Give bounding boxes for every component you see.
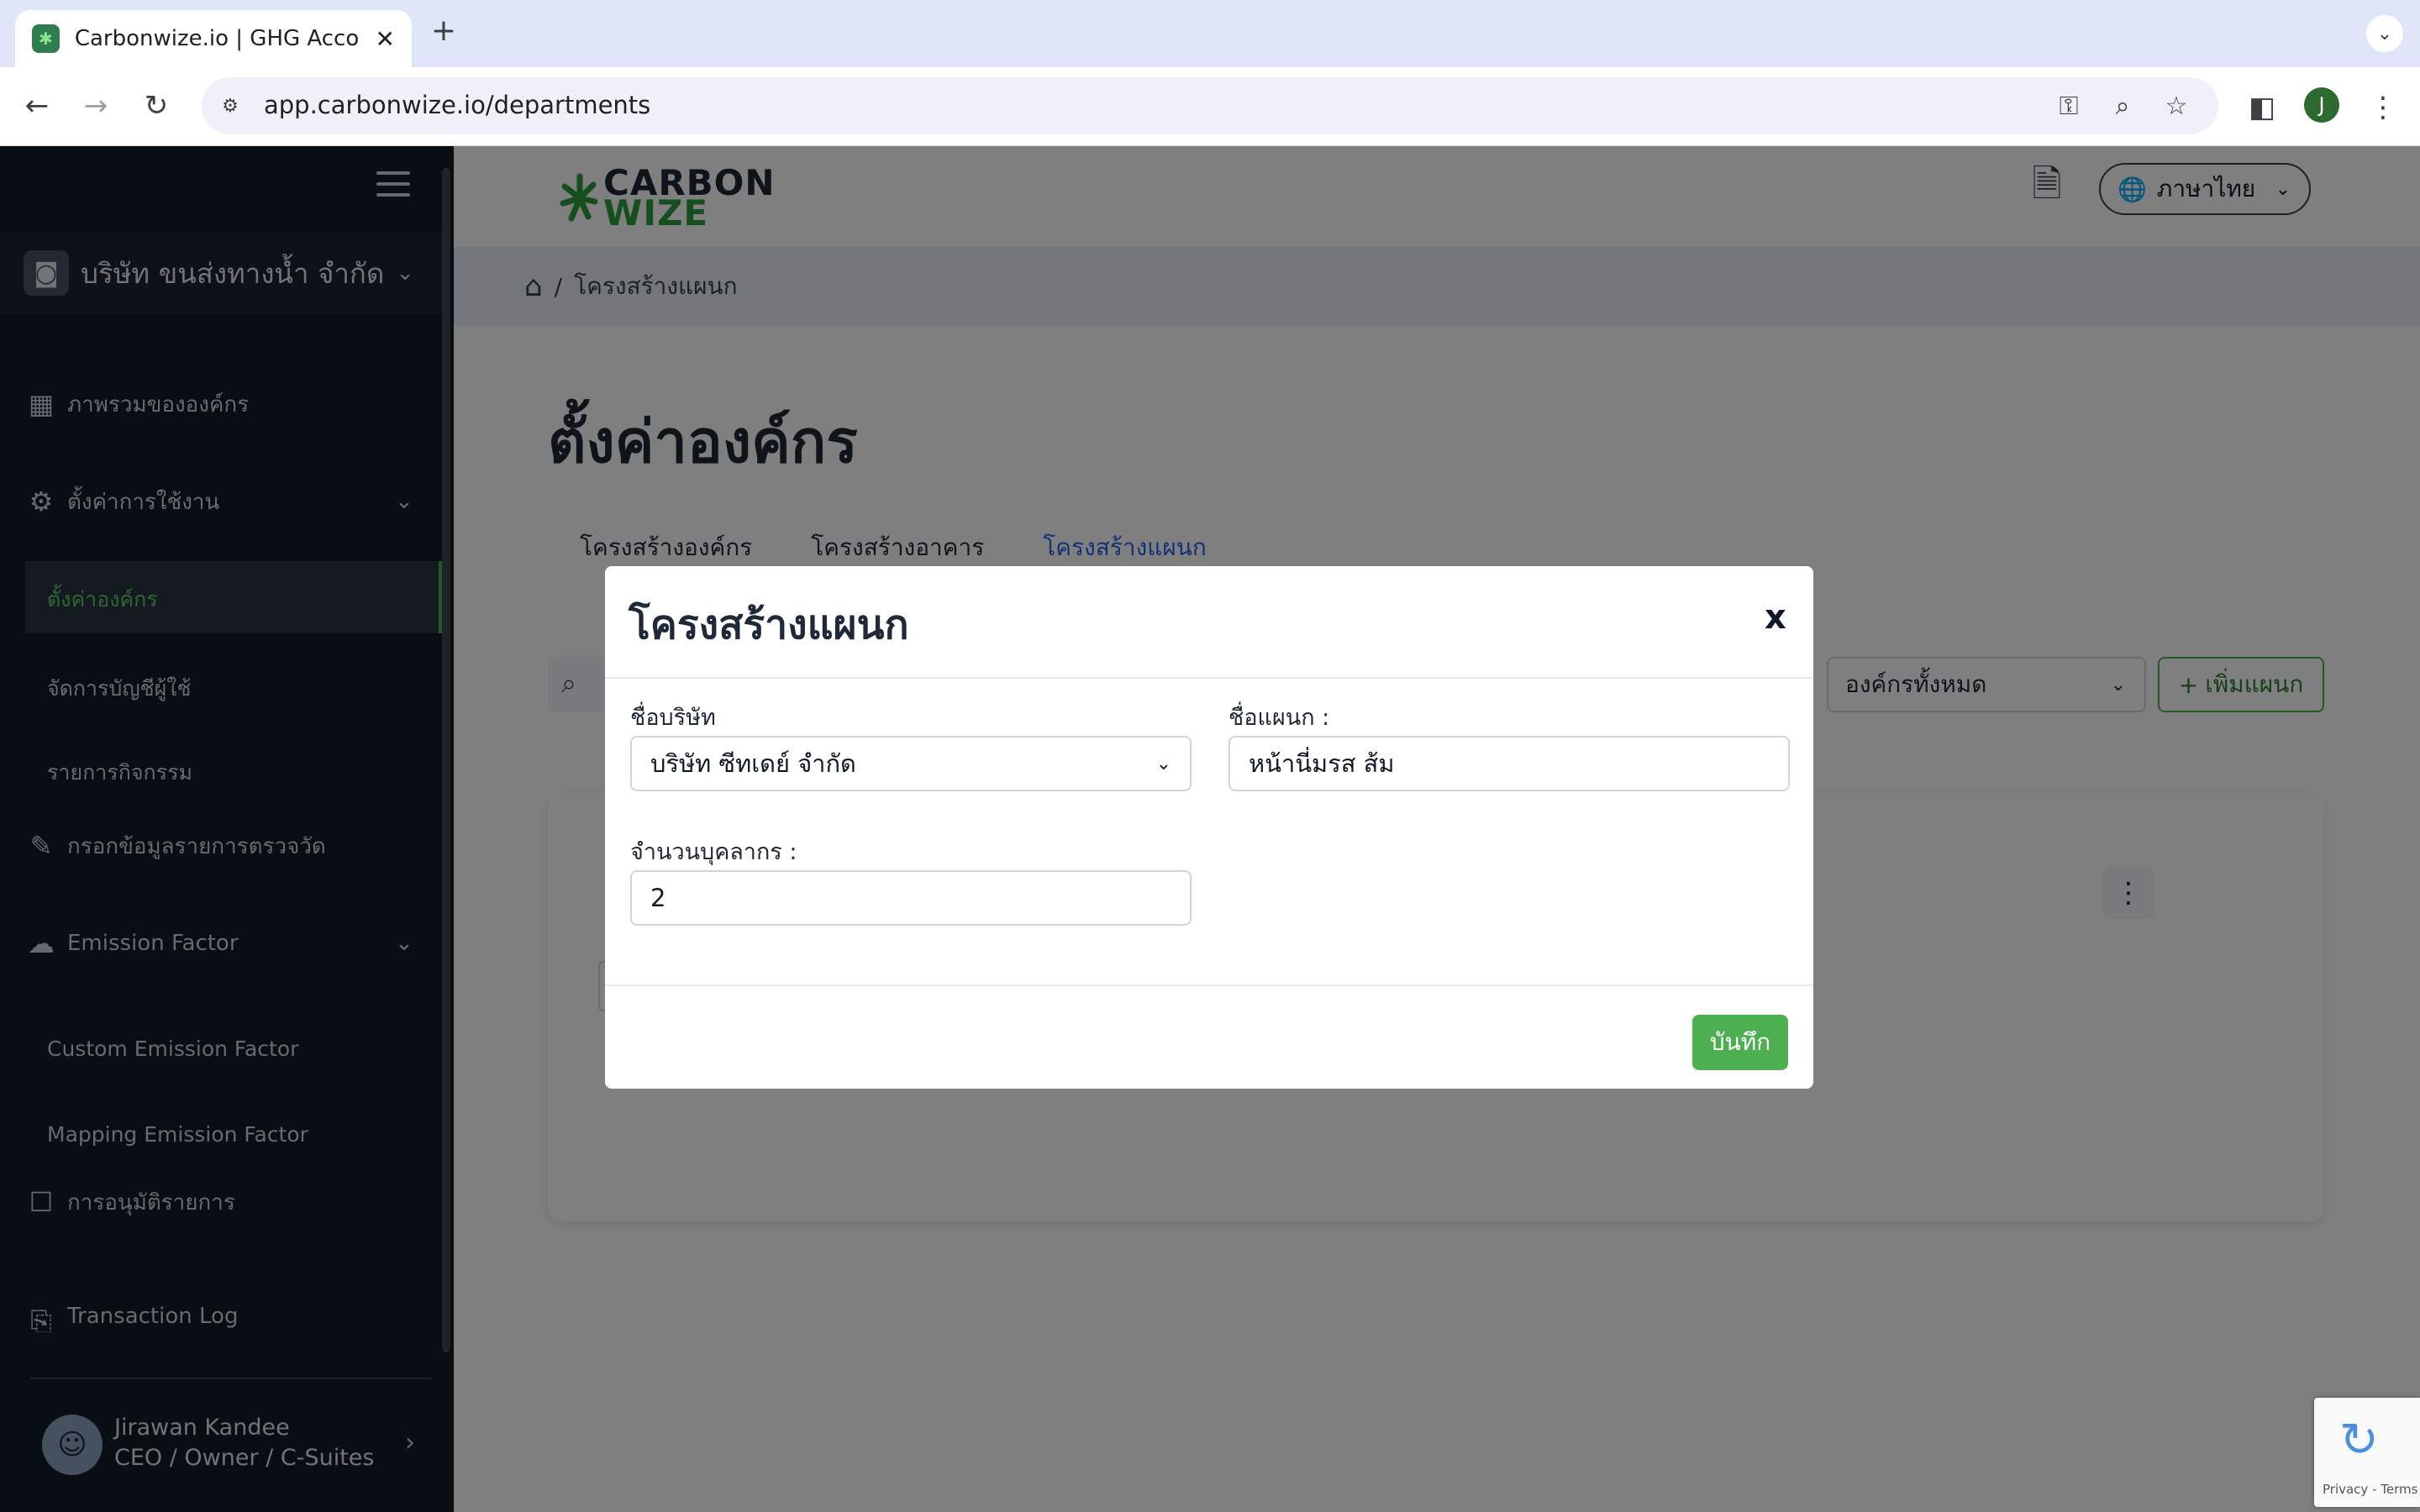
department-modal: โครงสร้างแผนก x ชื่อบริษัท บริษัท ซีทเดย… — [605, 566, 1813, 1089]
recaptcha-text: Privacy - Terms — [2323, 1482, 2418, 1497]
new-tab-icon[interactable]: + — [427, 13, 460, 54]
site-info-icon[interactable]: ⚙ — [215, 91, 245, 121]
browser-toolbar: ← → ↻ ⚙ app.carbonwize.io/departments ⚿ … — [0, 67, 2420, 146]
recaptcha-badge[interactable]: ↻ Privacy - Terms — [2314, 1398, 2420, 1507]
department-field-label: ชื่อแผนก : — [1228, 705, 1330, 731]
profile-avatar[interactable]: J — [2304, 87, 2339, 123]
tab-search-chevron-icon[interactable]: ⌄ — [2366, 15, 2403, 52]
modal-title: โครงสร้างแผนก — [629, 601, 909, 648]
bookmark-star-icon[interactable]: ☆ — [2160, 89, 2193, 123]
company-select-value: บริษัท ซีทเดย์ จำกัด — [650, 749, 856, 778]
url-text: app.carbonwize.io/departments — [264, 91, 651, 119]
chrome-menu-icon[interactable]: ⋮ — [2361, 86, 2405, 129]
app-root: ◙ บริษัท ขนส่งทางน้ำ จำกัด ⌄ ▦ ภาพรวมของ… — [0, 146, 2420, 1512]
password-key-icon[interactable]: ⚿ — [2052, 89, 2086, 123]
headcount-field-label: จำนวนบุคลากร : — [630, 839, 797, 865]
headcount-input[interactable]: 2 — [630, 870, 1192, 926]
tab-close-icon[interactable]: ✕ — [376, 25, 395, 53]
tab-title: Carbonwize.io | GHG Accoun — [74, 26, 360, 51]
browser-tab-strip: ✱ Carbonwize.io | GHG Accoun ✕ + ⌄ — [0, 0, 2420, 67]
department-name-input[interactable]: หน้านี่มรส ส้ม — [1228, 736, 1790, 791]
back-arrow-icon[interactable]: ← — [15, 84, 59, 128]
company-select[interactable]: บริษัท ซีทเดย์ จำกัด ⌄ — [630, 736, 1192, 791]
save-button[interactable]: บันทึก — [1692, 1015, 1788, 1070]
headcount-value: 2 — [650, 884, 666, 912]
carbonwize-favicon-icon: ✱ — [32, 24, 60, 53]
modal-divider — [605, 677, 1813, 679]
browser-tab[interactable]: ✱ Carbonwize.io | GHG Accoun ✕ — [15, 10, 412, 67]
recaptcha-icon: ↻ — [2339, 1413, 2379, 1467]
close-icon[interactable]: x — [1765, 598, 1786, 637]
side-panel-icon[interactable]: ◧ — [2240, 86, 2284, 129]
modal-divider — [605, 984, 1813, 986]
company-field-label: ชื่อบริษัท — [630, 705, 716, 731]
chevron-down-icon: ⌄ — [1155, 753, 1171, 774]
reload-icon[interactable]: ↻ — [134, 84, 178, 128]
zoom-icon[interactable]: ⌕ — [2106, 89, 2139, 123]
address-bar[interactable]: ⚙ app.carbonwize.io/departments ⚿ ⌕ ☆ — [202, 77, 2218, 134]
forward-arrow-icon[interactable]: → — [74, 84, 118, 128]
department-name-value: หน้านี่มรส ส้ม — [1249, 749, 1395, 778]
